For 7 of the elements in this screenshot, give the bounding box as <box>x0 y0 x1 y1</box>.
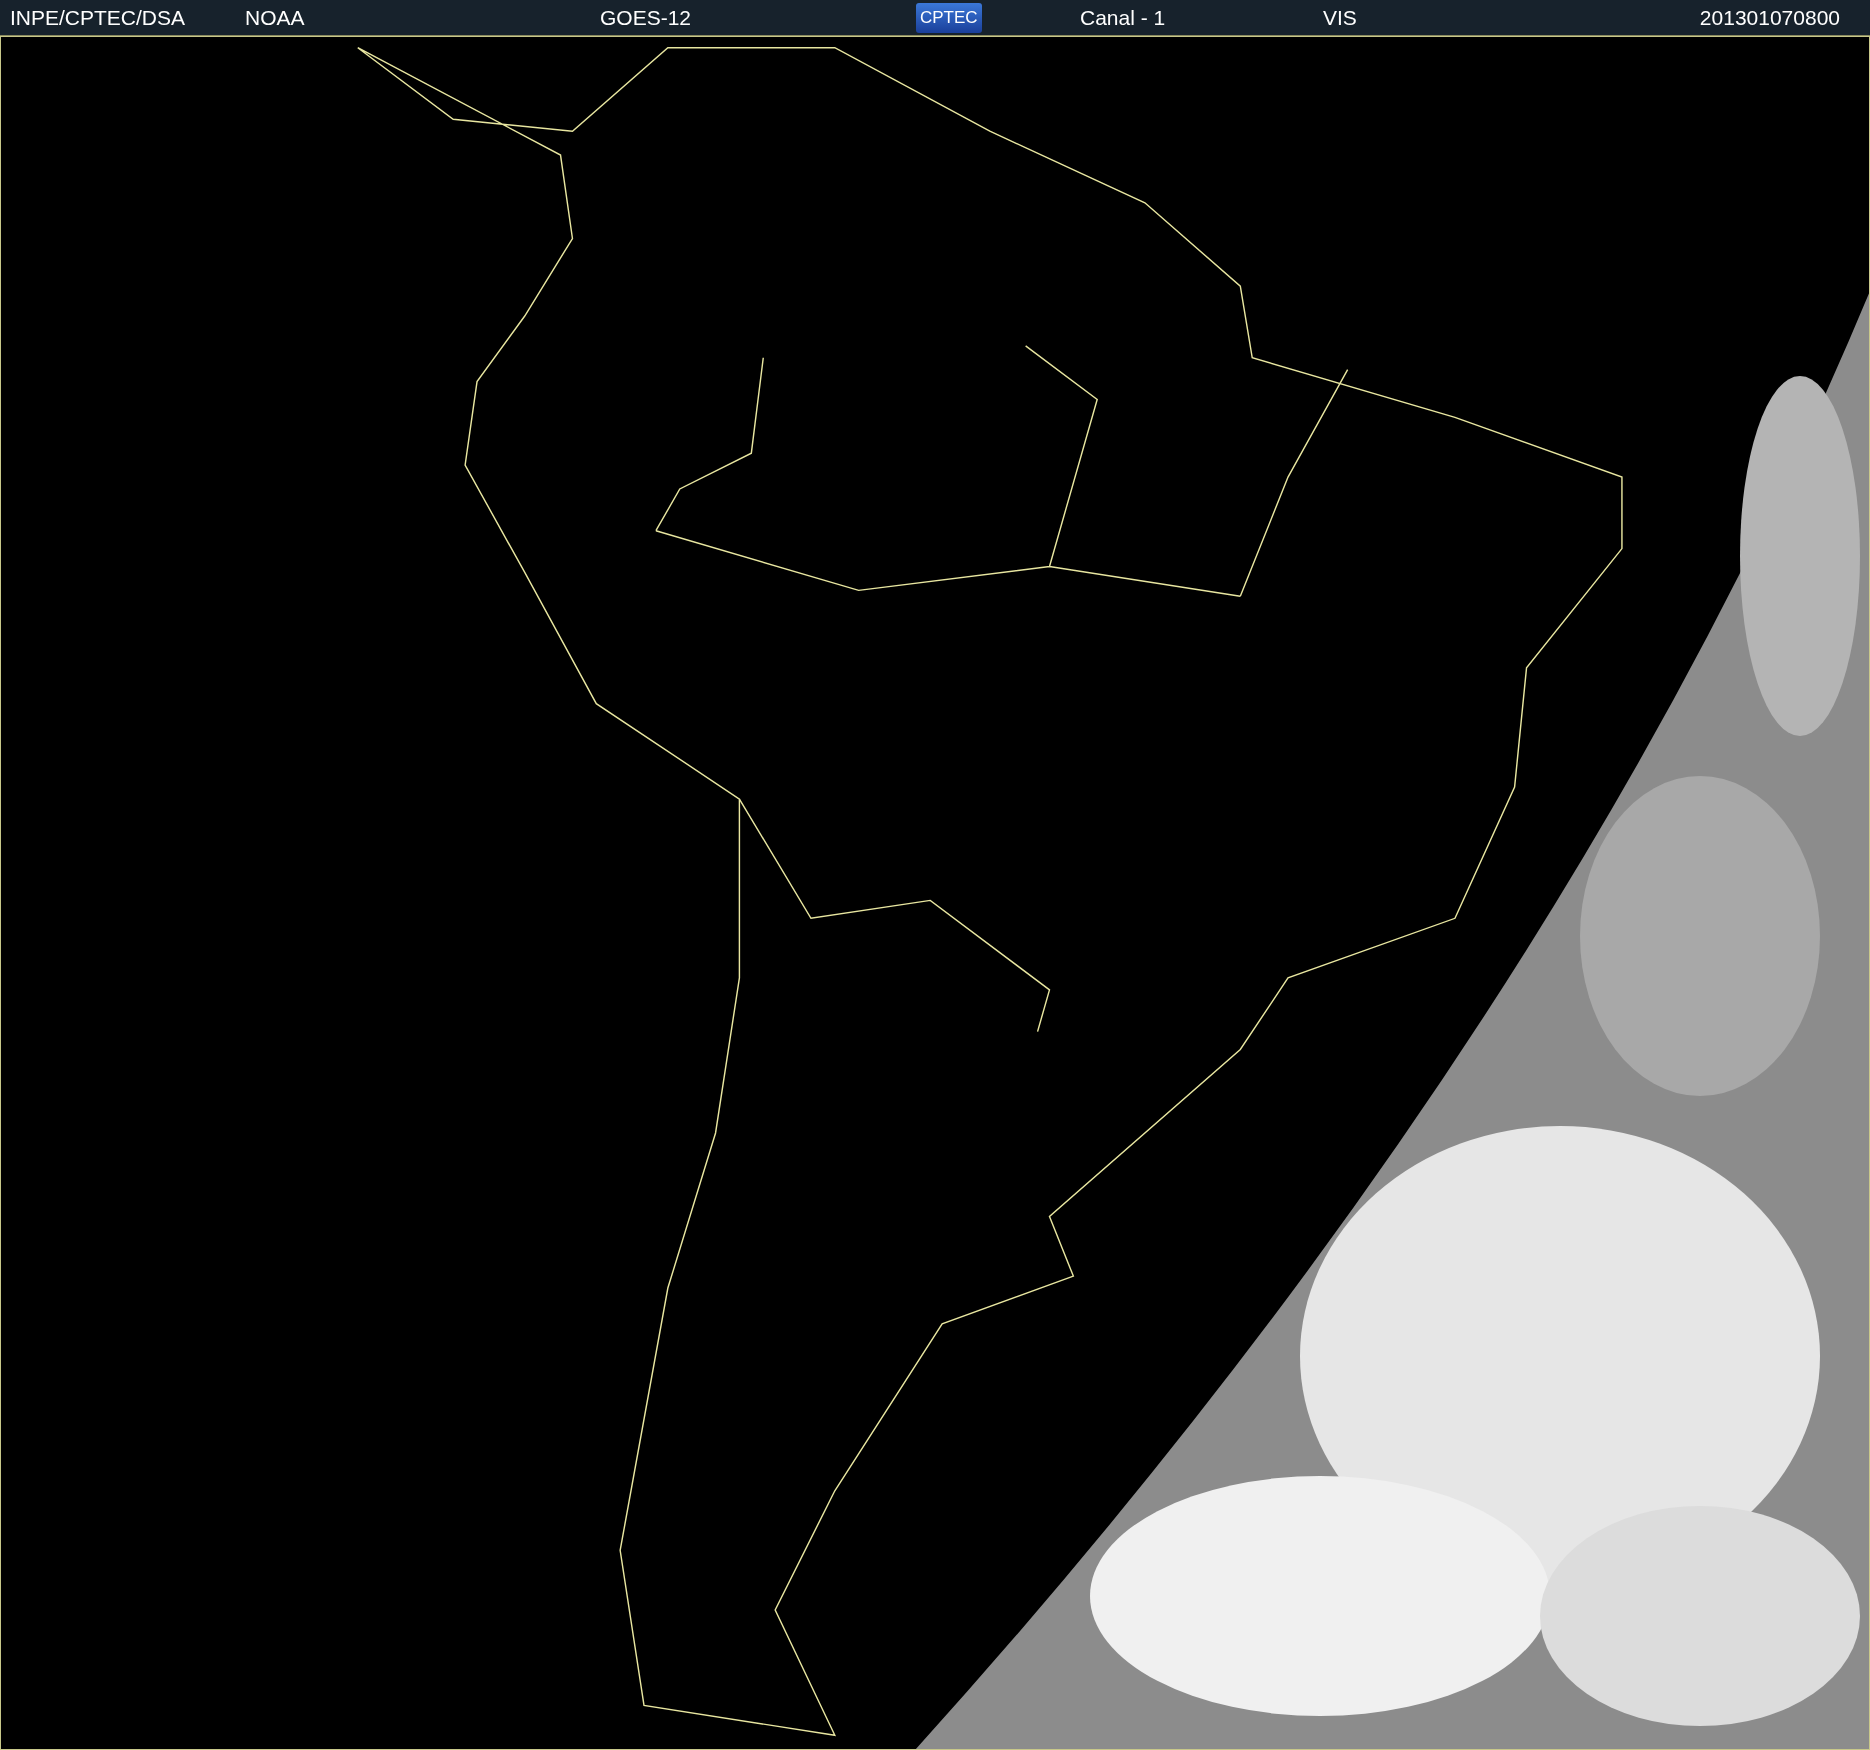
satellite-label: GOES-12 <box>600 5 692 30</box>
agency-label: NOAA <box>245 5 305 30</box>
timestamp-label: 201301070800 <box>1699 5 1840 30</box>
logo-badge: CPTEC <box>916 2 982 33</box>
source-label: INPE/CPTEC/DSA <box>10 5 186 30</box>
band-label: VIS <box>1323 5 1357 30</box>
channel-label: Canal - 1 <box>1080 5 1166 30</box>
